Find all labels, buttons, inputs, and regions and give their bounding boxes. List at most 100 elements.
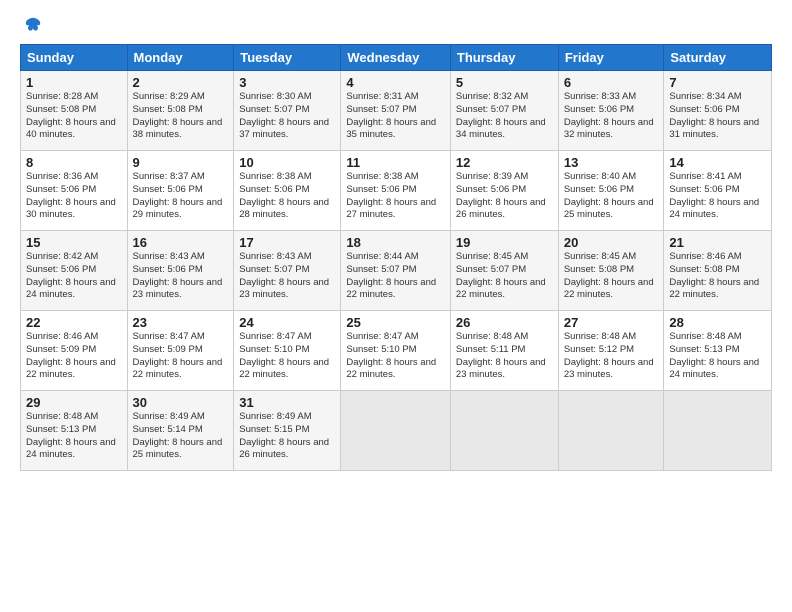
day-number: 13: [564, 155, 659, 170]
day-info: Sunrise: 8:34 AM Sunset: 5:06 PM Dayligh…: [669, 91, 766, 142]
day-info: Sunrise: 8:48 AM Sunset: 5:12 PM Dayligh…: [564, 331, 659, 382]
calendar-cell: 15Sunrise: 8:42 AM Sunset: 5:06 PM Dayli…: [21, 231, 128, 311]
day-number: 20: [564, 235, 659, 250]
day-info: Sunrise: 8:47 AM Sunset: 5:10 PM Dayligh…: [346, 331, 445, 382]
day-info: Sunrise: 8:49 AM Sunset: 5:15 PM Dayligh…: [239, 411, 335, 462]
calendar-cell: [558, 391, 664, 471]
day-number: 17: [239, 235, 335, 250]
day-number: 2: [133, 75, 229, 90]
calendar-cell: 23Sunrise: 8:47 AM Sunset: 5:09 PM Dayli…: [127, 311, 234, 391]
day-info: Sunrise: 8:42 AM Sunset: 5:06 PM Dayligh…: [26, 251, 122, 302]
header: [20, 16, 772, 34]
day-number: 27: [564, 315, 659, 330]
calendar-cell: 11Sunrise: 8:38 AM Sunset: 5:06 PM Dayli…: [341, 151, 451, 231]
day-number: 9: [133, 155, 229, 170]
day-info: Sunrise: 8:41 AM Sunset: 5:06 PM Dayligh…: [669, 171, 766, 222]
calendar-cell: 10Sunrise: 8:38 AM Sunset: 5:06 PM Dayli…: [234, 151, 341, 231]
day-number: 4: [346, 75, 445, 90]
calendar-cell: 29Sunrise: 8:48 AM Sunset: 5:13 PM Dayli…: [21, 391, 128, 471]
day-info: Sunrise: 8:31 AM Sunset: 5:07 PM Dayligh…: [346, 91, 445, 142]
calendar-cell: 26Sunrise: 8:48 AM Sunset: 5:11 PM Dayli…: [450, 311, 558, 391]
day-number: 16: [133, 235, 229, 250]
calendar-header-wednesday: Wednesday: [341, 45, 451, 71]
calendar-header-monday: Monday: [127, 45, 234, 71]
day-info: Sunrise: 8:45 AM Sunset: 5:08 PM Dayligh…: [564, 251, 659, 302]
calendar-cell: 19Sunrise: 8:45 AM Sunset: 5:07 PM Dayli…: [450, 231, 558, 311]
calendar-cell: 24Sunrise: 8:47 AM Sunset: 5:10 PM Dayli…: [234, 311, 341, 391]
calendar-cell: 18Sunrise: 8:44 AM Sunset: 5:07 PM Dayli…: [341, 231, 451, 311]
calendar-cell: 28Sunrise: 8:48 AM Sunset: 5:13 PM Dayli…: [664, 311, 772, 391]
day-info: Sunrise: 8:48 AM Sunset: 5:11 PM Dayligh…: [456, 331, 553, 382]
day-info: Sunrise: 8:32 AM Sunset: 5:07 PM Dayligh…: [456, 91, 553, 142]
calendar-cell: 9Sunrise: 8:37 AM Sunset: 5:06 PM Daylig…: [127, 151, 234, 231]
calendar-cell: 2Sunrise: 8:29 AM Sunset: 5:08 PM Daylig…: [127, 71, 234, 151]
day-number: 19: [456, 235, 553, 250]
day-number: 18: [346, 235, 445, 250]
calendar-cell: 14Sunrise: 8:41 AM Sunset: 5:06 PM Dayli…: [664, 151, 772, 231]
calendar-cell: 4Sunrise: 8:31 AM Sunset: 5:07 PM Daylig…: [341, 71, 451, 151]
day-info: Sunrise: 8:44 AM Sunset: 5:07 PM Dayligh…: [346, 251, 445, 302]
calendar-cell: 30Sunrise: 8:49 AM Sunset: 5:14 PM Dayli…: [127, 391, 234, 471]
day-number: 24: [239, 315, 335, 330]
day-info: Sunrise: 8:47 AM Sunset: 5:09 PM Dayligh…: [133, 331, 229, 382]
day-number: 1: [26, 75, 122, 90]
day-info: Sunrise: 8:30 AM Sunset: 5:07 PM Dayligh…: [239, 91, 335, 142]
calendar-week-3: 15Sunrise: 8:42 AM Sunset: 5:06 PM Dayli…: [21, 231, 772, 311]
calendar-cell: 3Sunrise: 8:30 AM Sunset: 5:07 PM Daylig…: [234, 71, 341, 151]
calendar-cell: 1Sunrise: 8:28 AM Sunset: 5:08 PM Daylig…: [21, 71, 128, 151]
day-number: 6: [564, 75, 659, 90]
day-number: 21: [669, 235, 766, 250]
day-info: Sunrise: 8:28 AM Sunset: 5:08 PM Dayligh…: [26, 91, 122, 142]
day-number: 14: [669, 155, 766, 170]
calendar-cell: 31Sunrise: 8:49 AM Sunset: 5:15 PM Dayli…: [234, 391, 341, 471]
day-number: 25: [346, 315, 445, 330]
day-info: Sunrise: 8:48 AM Sunset: 5:13 PM Dayligh…: [26, 411, 122, 462]
calendar-cell: 20Sunrise: 8:45 AM Sunset: 5:08 PM Dayli…: [558, 231, 664, 311]
day-info: Sunrise: 8:47 AM Sunset: 5:10 PM Dayligh…: [239, 331, 335, 382]
calendar-cell: 16Sunrise: 8:43 AM Sunset: 5:06 PM Dayli…: [127, 231, 234, 311]
calendar-week-5: 29Sunrise: 8:48 AM Sunset: 5:13 PM Dayli…: [21, 391, 772, 471]
day-number: 23: [133, 315, 229, 330]
calendar-week-4: 22Sunrise: 8:46 AM Sunset: 5:09 PM Dayli…: [21, 311, 772, 391]
calendar-cell: 7Sunrise: 8:34 AM Sunset: 5:06 PM Daylig…: [664, 71, 772, 151]
day-number: 22: [26, 315, 122, 330]
day-info: Sunrise: 8:36 AM Sunset: 5:06 PM Dayligh…: [26, 171, 122, 222]
day-info: Sunrise: 8:49 AM Sunset: 5:14 PM Dayligh…: [133, 411, 229, 462]
calendar-cell: 12Sunrise: 8:39 AM Sunset: 5:06 PM Dayli…: [450, 151, 558, 231]
calendar-table: SundayMondayTuesdayWednesdayThursdayFrid…: [20, 44, 772, 471]
day-info: Sunrise: 8:43 AM Sunset: 5:06 PM Dayligh…: [133, 251, 229, 302]
calendar-header-thursday: Thursday: [450, 45, 558, 71]
calendar-header-friday: Friday: [558, 45, 664, 71]
calendar-cell: 5Sunrise: 8:32 AM Sunset: 5:07 PM Daylig…: [450, 71, 558, 151]
page: SundayMondayTuesdayWednesdayThursdayFrid…: [0, 0, 792, 481]
day-info: Sunrise: 8:33 AM Sunset: 5:06 PM Dayligh…: [564, 91, 659, 142]
day-info: Sunrise: 8:39 AM Sunset: 5:06 PM Dayligh…: [456, 171, 553, 222]
calendar-cell: [341, 391, 451, 471]
day-number: 5: [456, 75, 553, 90]
day-number: 12: [456, 155, 553, 170]
calendar-header-row: SundayMondayTuesdayWednesdayThursdayFrid…: [21, 45, 772, 71]
calendar-header-tuesday: Tuesday: [234, 45, 341, 71]
day-info: Sunrise: 8:29 AM Sunset: 5:08 PM Dayligh…: [133, 91, 229, 142]
day-info: Sunrise: 8:43 AM Sunset: 5:07 PM Dayligh…: [239, 251, 335, 302]
calendar-cell: 27Sunrise: 8:48 AM Sunset: 5:12 PM Dayli…: [558, 311, 664, 391]
day-number: 3: [239, 75, 335, 90]
calendar-cell: [664, 391, 772, 471]
calendar-cell: 21Sunrise: 8:46 AM Sunset: 5:08 PM Dayli…: [664, 231, 772, 311]
day-number: 11: [346, 155, 445, 170]
calendar-cell: 22Sunrise: 8:46 AM Sunset: 5:09 PM Dayli…: [21, 311, 128, 391]
day-info: Sunrise: 8:40 AM Sunset: 5:06 PM Dayligh…: [564, 171, 659, 222]
logo: [20, 16, 42, 34]
calendar-cell: 13Sunrise: 8:40 AM Sunset: 5:06 PM Dayli…: [558, 151, 664, 231]
day-number: 7: [669, 75, 766, 90]
day-info: Sunrise: 8:45 AM Sunset: 5:07 PM Dayligh…: [456, 251, 553, 302]
calendar-header-sunday: Sunday: [21, 45, 128, 71]
calendar-week-2: 8Sunrise: 8:36 AM Sunset: 5:06 PM Daylig…: [21, 151, 772, 231]
calendar-cell: 25Sunrise: 8:47 AM Sunset: 5:10 PM Dayli…: [341, 311, 451, 391]
calendar-cell: [450, 391, 558, 471]
day-number: 10: [239, 155, 335, 170]
calendar-header-saturday: Saturday: [664, 45, 772, 71]
calendar-cell: 6Sunrise: 8:33 AM Sunset: 5:06 PM Daylig…: [558, 71, 664, 151]
logo-bird-icon: [24, 16, 42, 34]
day-number: 15: [26, 235, 122, 250]
